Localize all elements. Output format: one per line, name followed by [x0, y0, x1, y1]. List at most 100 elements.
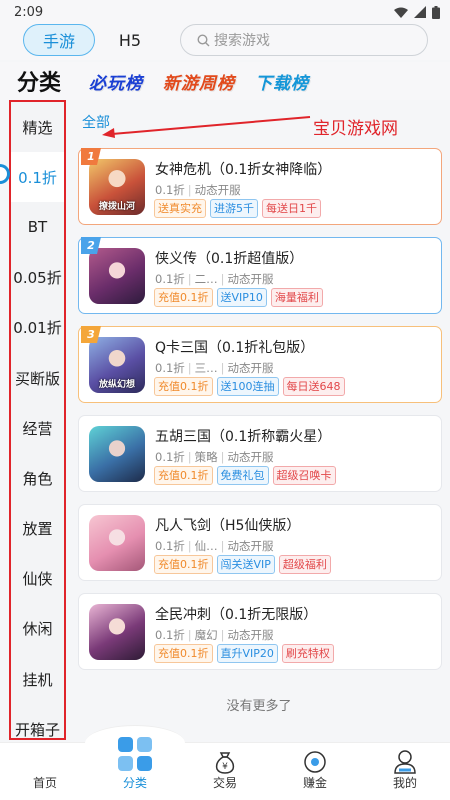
tab-download-rank[interactable]: 下载榜 [255, 69, 309, 94]
game-thumbnail [89, 248, 145, 304]
game-title: 凡人飞剑（H5仙侠版） [155, 518, 301, 534]
game-meta: 0.1折 | 仙… | 动态开服 [155, 538, 274, 554]
meta-separator: | [187, 539, 192, 553]
category-tabs: 分类 必玩榜 新游周榜 下载榜 [0, 62, 450, 100]
nav-category[interactable]: 分类 [95, 737, 175, 800]
meta-separator: | [220, 361, 225, 375]
nav-earn[interactable]: 赚金 [275, 743, 355, 800]
game-tags: 充值0.1折 闯关送VIP 超级福利 [154, 555, 331, 574]
game-title: Q卡三国（0.1折礼包版） [155, 340, 315, 356]
sidebar-item[interactable]: 经营 [11, 403, 64, 453]
meta-separator: | [187, 272, 192, 286]
game-meta: 0.1折 | 魔幻 | 动态开服 [155, 627, 274, 643]
nav-category-label: 分类 [122, 776, 147, 790]
game-card[interactable]: 放纵幻想 3 Q卡三国（0.1折礼包版） 0.1折 | 三… | 动态开服 充值0.1折 送100… [78, 326, 442, 403]
game-meta: 0.1折 | 二… | 动态开服 [155, 271, 274, 287]
search-placeholder: 搜索游戏 [214, 33, 270, 49]
meta-separator: | [220, 450, 225, 464]
tab-must-play-rank[interactable]: 必玩榜 [89, 69, 143, 94]
status-time: 2:09 [14, 4, 44, 20]
game-tag: 充值0.1折 [154, 288, 213, 307]
game-thumbnail: 撩拨山河 [89, 159, 145, 215]
game-card[interactable]: 撩拨山河 1 女神危机（0.1折女神降临） 0.1折 | 动态开服 送真实充 进游5千 每送日1… [78, 148, 442, 225]
sidebar-item[interactable]: 放置 [11, 504, 64, 554]
game-meta-item: 0.1折 [155, 272, 185, 286]
meta-separator: | [187, 450, 192, 464]
bottom-nav: 首页 分类 ¥ 交易 赚金 我的 [0, 725, 450, 800]
tab-mobile-games[interactable]: 手游 [23, 24, 95, 56]
sidebar-item[interactable]: 0.1折 [11, 152, 64, 203]
meta-separator: | [220, 628, 225, 642]
game-meta-item: 动态开服 [227, 450, 274, 464]
search-input[interactable]: 搜索游戏 [180, 24, 428, 56]
game-tag: 充值0.1折 [154, 555, 213, 574]
sidebar-item[interactable]: BT [11, 202, 64, 252]
game-tag: 送真实充 [154, 199, 206, 218]
game-meta: 0.1折 | 动态开服 [155, 182, 241, 198]
nav-trade[interactable]: ¥ 交易 [185, 743, 265, 800]
svg-text:¥: ¥ [222, 762, 228, 772]
game-meta-item: 三… [194, 361, 218, 375]
game-tag: 充值0.1折 [154, 644, 213, 663]
game-card[interactable]: 2 侠义传（0.1折超值版） 0.1折 | 二… | 动态开服 充值0.1折 送VIP10 海量福… [78, 237, 442, 314]
meta-separator: | [220, 272, 225, 286]
sidebar-item[interactable]: 休闲 [11, 604, 64, 654]
game-thumbnail-caption: 放纵幻想 [98, 380, 135, 390]
sidebar-item[interactable]: 0.05折 [11, 253, 64, 303]
game-meta-item: 动态开服 [194, 183, 241, 197]
tab-new-games-weekly-rank[interactable]: 新游周榜 [163, 69, 235, 94]
meta-separator: | [187, 361, 192, 375]
game-meta-item: 魔幻 [194, 628, 218, 642]
game-tag: 海量福利 [270, 288, 323, 307]
game-tags: 送真实充 进游5千 每送日1千 [154, 199, 321, 218]
game-thumbnail [89, 515, 145, 571]
meta-separator: | [220, 539, 225, 553]
game-card[interactable]: 全民冲刺（0.1折无限版） 0.1折 | 魔幻 | 动态开服 充值0.1折 直升VIP20 刷充… [78, 593, 442, 670]
status-icons [394, 5, 440, 19]
nav-profile-label: 我的 [392, 776, 417, 790]
game-meta-item: 0.1折 [155, 361, 185, 375]
game-tag: 充值0.1折 [154, 377, 213, 396]
game-thumbnail-caption: 撩拨山河 [98, 202, 135, 212]
game-meta-item: 策略 [194, 450, 218, 464]
game-meta-item: 0.1折 [155, 539, 185, 553]
game-meta-item: 动态开服 [227, 628, 274, 642]
tab-h5-games[interactable]: H5 [112, 24, 148, 56]
game-card[interactable]: 五胡三国（0.1折称霸火星） 0.1折 | 策略 | 动态开服 充值0.1折 免费礼包 超级召唤… [78, 415, 442, 492]
game-card[interactable]: 凡人飞剑（H5仙侠版） 0.1折 | 仙… | 动态开服 充值0.1折 闯关送VIP 超级福利 [78, 504, 442, 581]
game-thumbnail [89, 426, 145, 482]
game-meta-item: 动态开服 [227, 539, 274, 553]
sidebar-item[interactable]: 精选 [11, 102, 64, 152]
sidebar-item[interactable]: 仙侠 [11, 554, 64, 604]
game-tag: 刷充特权 [281, 644, 334, 663]
nav-home[interactable]: 首页 [5, 743, 85, 800]
user-icon [394, 750, 416, 774]
tab-category[interactable]: 分类 [17, 65, 61, 97]
game-tag: 送VIP10 [216, 288, 267, 307]
game-tags: 充值0.1折 送100连抽 每日送648 [154, 377, 345, 396]
category-sidebar: 精选 0.1折 BT 0.05折 0.01折 买断版 经营 角色 放置 仙侠 休闲 挂机 开箱子 [9, 100, 66, 740]
sidebar-item[interactable]: 0.01折 [11, 303, 64, 353]
game-tag: 每送日1千 [262, 199, 321, 218]
game-tag: 直升VIP20 [216, 644, 278, 663]
watermark-text: 宝贝游戏网 [313, 119, 398, 139]
game-meta: 0.1折 | 策略 | 动态开服 [155, 449, 274, 465]
category-grid-icon [118, 737, 152, 771]
sidebar-item[interactable]: 挂机 [11, 654, 64, 704]
top-bar: 手游 H5 搜索游戏 [0, 24, 450, 60]
game-meta: 0.1折 | 三… | 动态开服 [155, 360, 274, 376]
game-tag: 闯关送VIP [216, 555, 275, 574]
battery-icon [432, 5, 440, 19]
sidebar-item[interactable]: 角色 [11, 453, 64, 503]
game-meta-item: 动态开服 [227, 361, 274, 375]
nav-home-label: 首页 [32, 776, 57, 790]
game-tag: 充值0.1折 [154, 466, 213, 485]
nav-trade-label: 交易 [212, 776, 237, 790]
game-tags: 充值0.1折 直升VIP20 刷充特权 [154, 644, 334, 663]
coin-icon [304, 751, 326, 773]
sidebar-item[interactable]: 买断版 [11, 353, 64, 403]
nav-profile[interactable]: 我的 [365, 743, 445, 800]
meta-separator: | [187, 628, 192, 642]
game-thumbnail [89, 604, 145, 660]
game-thumbnail: 放纵幻想 [89, 337, 145, 393]
